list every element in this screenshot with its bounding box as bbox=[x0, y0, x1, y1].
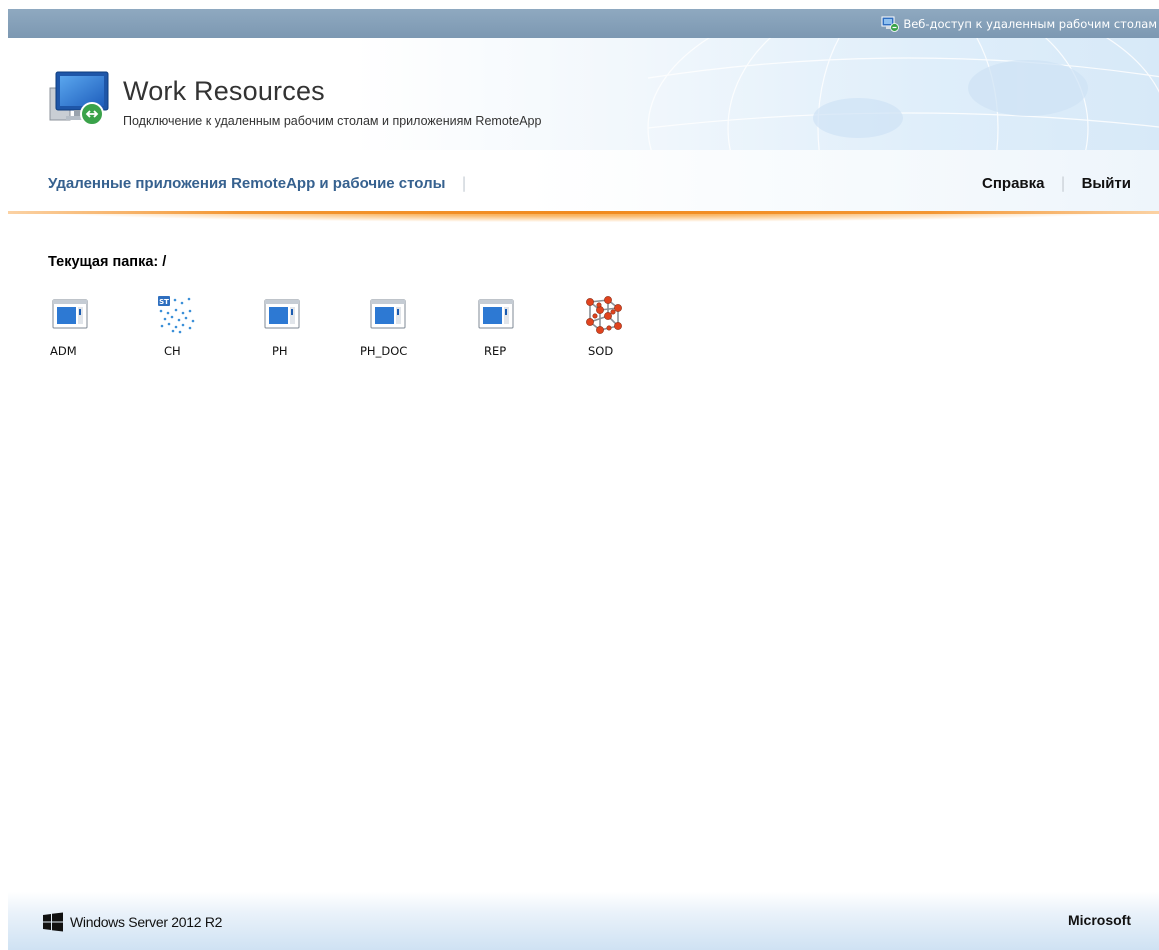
windows-logo-icon bbox=[43, 912, 63, 932]
page-subtitle: Подключение к удаленным рабочим столам и… bbox=[123, 114, 542, 128]
microsoft-brand: Microsoft bbox=[1068, 912, 1131, 928]
os-label: Windows Server 2012 R2 bbox=[70, 914, 223, 930]
remote-desktop-small-icon bbox=[881, 16, 900, 32]
header-banner: Work Resources Подключение к удаленным р… bbox=[8, 38, 1159, 150]
app-item-sod[interactable]: SOD bbox=[584, 294, 674, 366]
app-grid: ADM ST CH PH PH_DOC REP SOD bbox=[0, 294, 1159, 374]
accent-divider bbox=[8, 211, 1159, 214]
current-folder-label: Текущая папка: / bbox=[48, 254, 167, 270]
app-label: REP bbox=[484, 344, 507, 358]
logout-link[interactable]: Выйти bbox=[1082, 175, 1131, 192]
molecule-cube-icon bbox=[586, 296, 622, 334]
footer: Windows Server 2012 R2 Microsoft bbox=[8, 892, 1159, 950]
help-link[interactable]: Справка bbox=[982, 175, 1044, 192]
app-label: ADM bbox=[50, 344, 77, 358]
nav-separator: | bbox=[461, 174, 467, 192]
page-title: Work Resources bbox=[123, 76, 325, 106]
main-navigation: Удаленные приложения RemoteApp и рабочие… bbox=[8, 150, 1159, 212]
nav-separator: | bbox=[1060, 174, 1066, 192]
app-label: SOD bbox=[588, 344, 614, 358]
app-window-icon bbox=[52, 299, 88, 329]
rdweb-home-label: Веб-доступ к удаленным рабочим столам bbox=[903, 17, 1157, 31]
rdweb-home-link[interactable]: Веб-доступ к удаленным рабочим столам bbox=[881, 15, 1157, 33]
app-window-icon bbox=[264, 299, 300, 329]
app-label: PH_DOC bbox=[360, 344, 408, 358]
remote-desktop-monitor-icon bbox=[49, 71, 109, 126]
os-branding: Windows Server 2012 R2 bbox=[42, 912, 222, 932]
top-bar: Веб-доступ к удаленным рабочим столам bbox=[8, 9, 1159, 38]
app-item-ph[interactable]: PH bbox=[262, 294, 352, 366]
tab-remoteapp-desktops[interactable]: Удаленные приложения RemoteApp и рабочие… bbox=[48, 175, 445, 192]
app-item-ch[interactable]: ST CH bbox=[156, 294, 246, 366]
app-item-adm[interactable]: ADM bbox=[48, 294, 138, 366]
app-label: CH bbox=[164, 344, 181, 358]
app-item-ph-doc[interactable]: PH_DOC bbox=[360, 294, 450, 366]
app-label: PH bbox=[272, 344, 288, 358]
app-window-icon bbox=[478, 299, 514, 329]
svg-text:ST: ST bbox=[159, 298, 169, 306]
app-window-icon bbox=[370, 299, 406, 329]
st-dots-icon: ST bbox=[158, 296, 195, 334]
globe-background bbox=[647, 38, 1159, 150]
app-item-rep[interactable]: REP bbox=[476, 294, 566, 366]
